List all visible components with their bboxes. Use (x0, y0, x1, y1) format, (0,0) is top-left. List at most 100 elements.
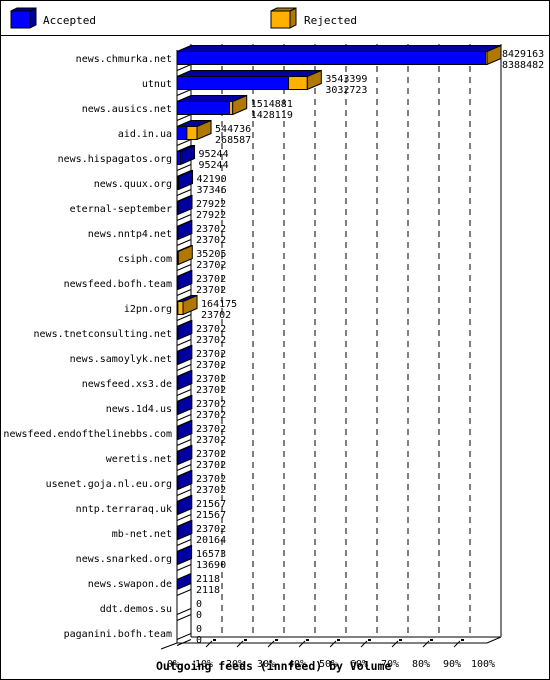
data-label-total: 23702 (196, 474, 226, 485)
x-tick-mark (430, 639, 433, 641)
bar-news.nntp4.net (176, 219, 193, 241)
data-label-accepted: 0 (196, 635, 202, 646)
bar-side-face (180, 144, 196, 166)
category-label: paganini.bofh.team (64, 629, 172, 640)
bar-accepted (176, 101, 231, 115)
category-label: newsfeed.endofthelinebbs.com (3, 429, 172, 440)
data-label-total: 544736 (215, 124, 251, 135)
row-separator (176, 564, 192, 571)
row-separator (176, 114, 192, 121)
bar-weretis.net (176, 444, 193, 466)
bar-news.tnetconsulting.net (176, 319, 193, 341)
bar-accepted (176, 126, 188, 140)
x-tick (267, 640, 275, 648)
x-tick-mark (275, 639, 278, 641)
category-label: aid.in.ua (118, 129, 172, 140)
row-separator (176, 214, 192, 221)
x-tick (453, 640, 461, 648)
category-label: mb-net.net (112, 529, 172, 540)
data-label-total: 2118 (196, 574, 220, 585)
category-label: ddt.demos.su (100, 604, 172, 615)
data-label-accepted: 23702 (196, 285, 226, 296)
plot-area: 0% 10% 20% 30% 40% 50% 60% 70% 80% 90% 100%news.ch… (3, 44, 544, 670)
data-label-accepted: 23702 (196, 410, 226, 421)
bar-side-face (177, 469, 193, 491)
bar-side-face (177, 344, 193, 366)
category-label: news.snarked.org (76, 554, 172, 565)
bar-rejected (288, 76, 308, 90)
row-separator (176, 339, 192, 346)
data-label-total: 0 (196, 599, 202, 610)
category-label: newsfeed.bofh.team (64, 279, 172, 290)
data-label-accepted: 0 (196, 610, 202, 621)
category-label: news.samoylyk.net (70, 354, 172, 365)
bar-zero-line (176, 633, 192, 640)
data-label-total: 23702 (196, 449, 226, 460)
bar-mb-net.net (176, 519, 193, 541)
category-label: news.hispagatos.org (58, 154, 172, 165)
bar-side-face (177, 219, 193, 241)
legend-item-rejected: Rejected (270, 7, 357, 29)
x-tick-label: 90% (443, 659, 461, 670)
bar-top-face (176, 45, 502, 52)
row-separator (176, 289, 192, 296)
bar-side-face (177, 319, 193, 341)
data-label-accepted: 20164 (196, 535, 226, 546)
category-label: nntp.terraraq.uk (76, 504, 172, 515)
floor-right-edge (486, 636, 502, 644)
x-tick (298, 640, 306, 648)
bar-news.snarked.org (176, 544, 193, 566)
bar-news.ausics.net (176, 94, 248, 116)
legend-label-rejected: Rejected (304, 14, 357, 27)
category-label: news.tnetconsulting.net (34, 329, 172, 340)
data-label-accepted: 27922 (196, 210, 226, 221)
data-label-total: 23702 (196, 524, 226, 535)
data-label-total: 8429163 (502, 49, 544, 60)
data-label-total: 164175 (201, 299, 237, 310)
row-separator (176, 489, 192, 496)
row-separator (176, 389, 192, 396)
bar-nntp.terraraq.uk (176, 494, 193, 516)
x-tick-label: 80% (412, 659, 430, 670)
x-tick (422, 640, 430, 648)
legend: Accepted Rejected (0, 7, 550, 36)
bar-usenet.goja.nl.eu.org (176, 469, 193, 491)
bar-news.1d4.us (176, 394, 193, 416)
x-tick (391, 640, 399, 648)
row-separator (176, 264, 192, 271)
bar-side-face (176, 572, 192, 591)
data-label-accepted: 23702 (196, 260, 226, 271)
category-label: usenet.goja.nl.eu.org (46, 479, 172, 490)
bar-rejected (177, 301, 184, 315)
x-tick-mark (306, 639, 309, 641)
data-label-total: 23702 (196, 399, 226, 410)
data-label-total: 3543399 (325, 74, 367, 85)
data-label-accepted: 23702 (196, 235, 226, 246)
bar-side-face (177, 419, 193, 441)
legend-swatch-rejected (270, 10, 291, 29)
bar-side-face (178, 169, 194, 191)
bar-news.hispagatos.org (176, 144, 196, 166)
data-label-total: 35205 (196, 249, 226, 260)
category-label: news.swapon.de (88, 579, 172, 590)
data-label-total: 23702 (196, 224, 226, 235)
data-label-accepted: 23702 (201, 310, 231, 321)
bar-side-face (177, 519, 193, 541)
data-label-accepted: 37346 (197, 185, 227, 196)
bar-side-face (177, 494, 193, 516)
category-label: news.1d4.us (106, 404, 172, 415)
x-tick-mark (337, 639, 340, 641)
bar-paganini.bofh.team (176, 633, 192, 640)
data-label-total: 42190 (197, 174, 227, 185)
x-tick-mark (368, 639, 371, 641)
row-separator (176, 89, 192, 96)
data-label-total: 23702 (196, 424, 226, 435)
data-label-accepted: 23702 (196, 335, 226, 346)
data-label-total: 23702 (196, 274, 226, 285)
category-label: news.ausics.net (82, 104, 172, 115)
data-label-total: 1514881 (251, 99, 293, 110)
x-tick (205, 640, 213, 648)
bar-accepted (176, 51, 487, 65)
category-label: news.nntp4.net (88, 229, 172, 240)
x-tick-mark (399, 639, 402, 641)
